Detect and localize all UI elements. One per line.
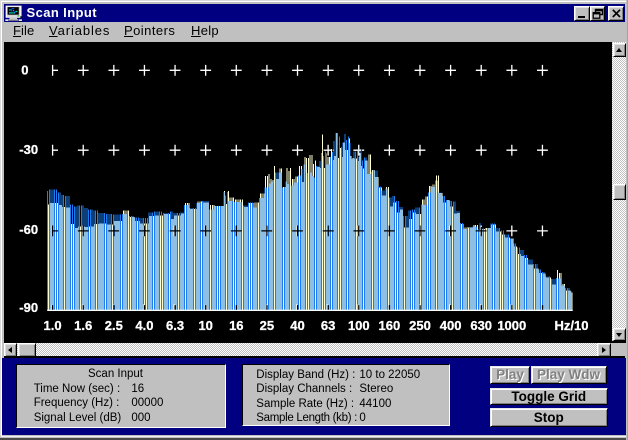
svg-text:-60: -60 (19, 222, 38, 237)
svg-text:250: 250 (409, 318, 431, 333)
svg-text:1.6: 1.6 (74, 318, 92, 333)
svg-text:400: 400 (440, 318, 462, 333)
svg-text:Hz/10: Hz/10 (555, 318, 589, 333)
svg-text:4.0: 4.0 (135, 318, 153, 333)
svg-text:-30: -30 (19, 142, 38, 157)
svg-text:2.5: 2.5 (105, 318, 123, 333)
svg-text:25: 25 (260, 318, 274, 333)
svg-text:160: 160 (379, 318, 401, 333)
svg-text:630: 630 (470, 318, 492, 333)
svg-text:63: 63 (321, 318, 335, 333)
svg-text:0: 0 (21, 62, 28, 77)
svg-text:1.0: 1.0 (44, 318, 62, 333)
svg-text:6.3: 6.3 (166, 318, 184, 333)
svg-text:100: 100 (348, 318, 370, 333)
svg-text:40: 40 (290, 318, 304, 333)
svg-text:10: 10 (198, 318, 212, 333)
svg-text:16: 16 (229, 318, 243, 333)
svg-text:-90: -90 (19, 300, 38, 315)
svg-text:1000: 1000 (497, 318, 526, 333)
